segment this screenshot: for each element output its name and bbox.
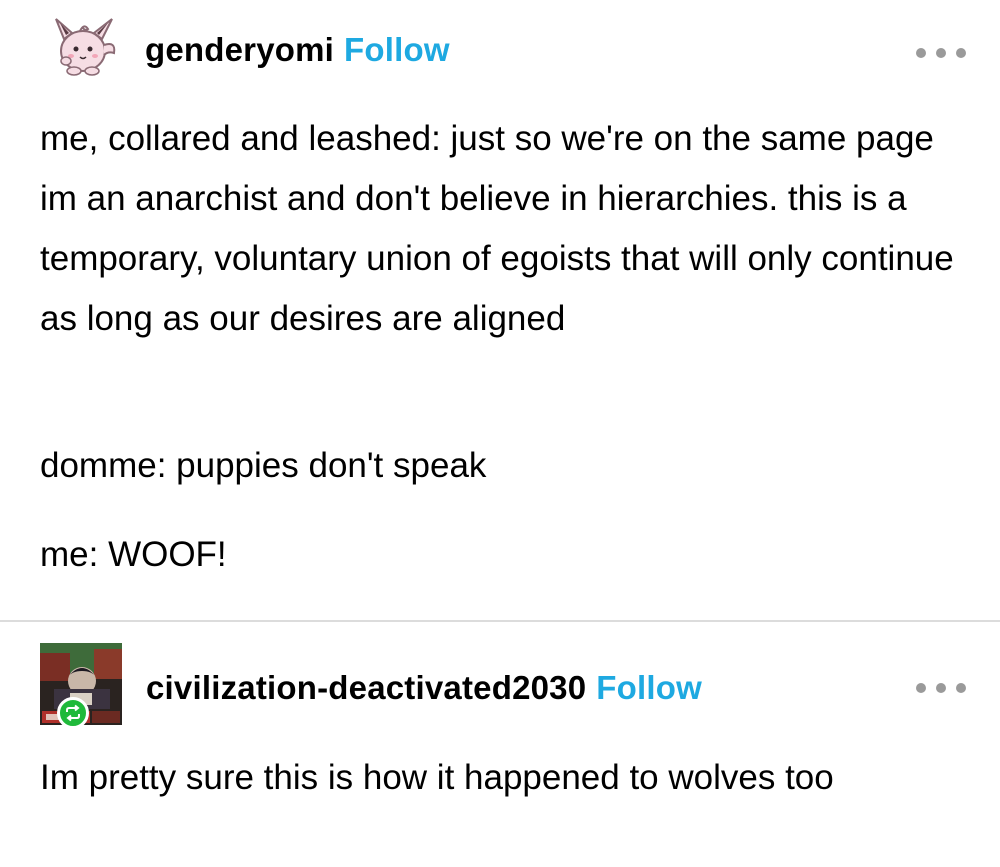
- reply-text: Im pretty sure this is how it happened t…: [40, 758, 834, 797]
- more-dot: [916, 683, 926, 693]
- post-username[interactable]: genderyomi: [145, 31, 334, 68]
- reply-username[interactable]: civilization-deactivated2030: [146, 669, 586, 706]
- more-dot: [936, 48, 946, 58]
- post-paragraph: domme: puppies don't speak: [40, 446, 487, 485]
- more-options-icon[interactable]: [916, 43, 966, 63]
- more-options-icon[interactable]: [916, 678, 966, 698]
- reblog-icon: [57, 697, 89, 729]
- reply-header: civilization-deactivated2030 Follow: [0, 643, 1000, 733]
- more-dot: [936, 683, 946, 693]
- post-header: genderyomi Follow: [0, 5, 1000, 95]
- post-author-row: genderyomi Follow: [145, 31, 450, 69]
- post-paragraph: me, collared and leashed: just so we're …: [40, 119, 954, 338]
- follow-button[interactable]: Follow: [596, 669, 702, 706]
- more-dot: [956, 683, 966, 693]
- divider: [0, 620, 1000, 622]
- more-dot: [956, 48, 966, 58]
- more-dot: [916, 48, 926, 58]
- post-paragraph: me: WOOF!: [40, 535, 227, 574]
- clefairy-avatar-icon[interactable]: [42, 5, 122, 85]
- follow-button[interactable]: Follow: [344, 31, 450, 68]
- reply-author-row: civilization-deactivated2030 Follow: [146, 669, 702, 707]
